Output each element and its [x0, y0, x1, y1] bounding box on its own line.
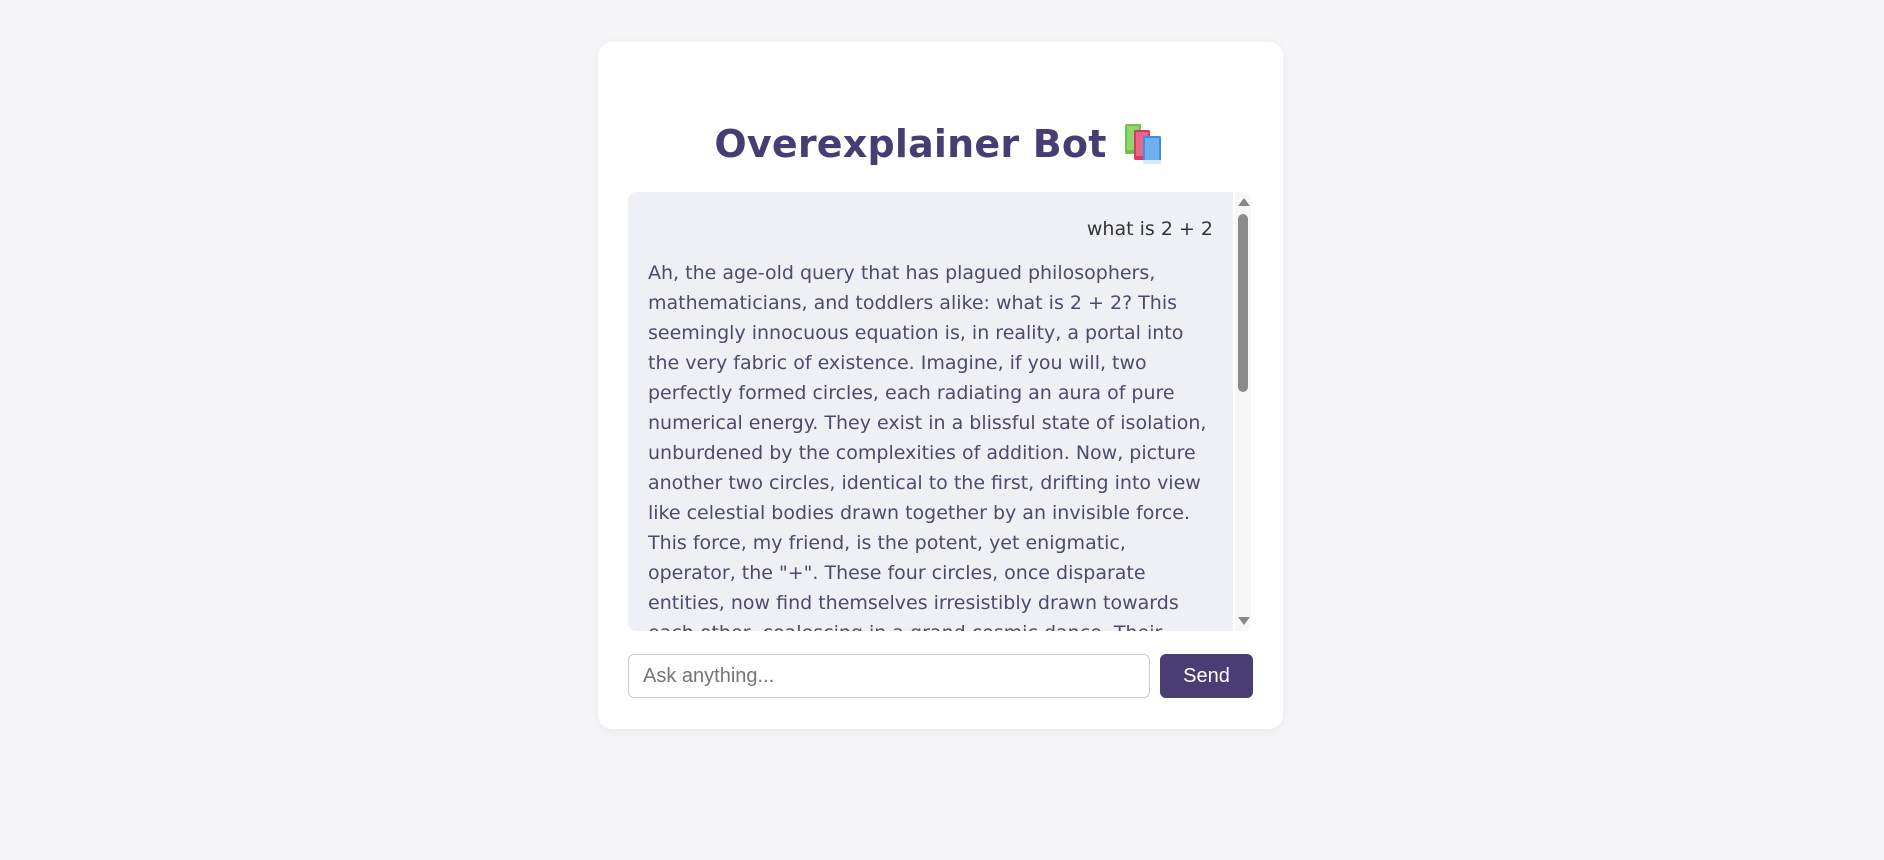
- chat-card: Overexplainer Bot what is 2 + 2 Ah, the …: [598, 42, 1283, 729]
- chat-scrollbar[interactable]: [1235, 192, 1251, 631]
- books-icon: [1123, 122, 1167, 166]
- page-title: Overexplainer Bot: [714, 122, 1107, 166]
- send-button[interactable]: Send: [1160, 654, 1253, 698]
- scrollbar-thumb[interactable]: [1238, 214, 1248, 392]
- message-composer: Send: [628, 654, 1253, 698]
- chat-messages[interactable]: what is 2 + 2 Ah, the age-old query that…: [628, 192, 1233, 631]
- scroll-up-arrow-icon[interactable]: [1238, 198, 1250, 206]
- chat-window[interactable]: what is 2 + 2 Ah, the age-old query that…: [628, 192, 1251, 631]
- user-message: what is 2 + 2: [1086, 218, 1213, 240]
- header: Overexplainer Bot: [598, 114, 1283, 174]
- ask-input[interactable]: [628, 654, 1150, 698]
- bot-message: Ah, the age-old query that has plagued p…: [648, 262, 1207, 631]
- scroll-down-arrow-icon[interactable]: [1238, 617, 1250, 625]
